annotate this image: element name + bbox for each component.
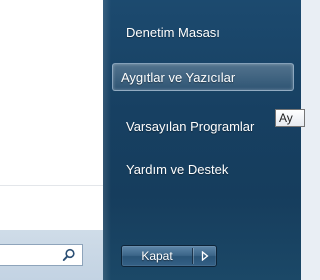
search-input[interactable] (0, 244, 83, 266)
shutdown-separator (192, 248, 193, 264)
search-icon[interactable] (62, 248, 76, 262)
shutdown-label[interactable]: Kapat (122, 246, 192, 266)
menu-item-help-support[interactable]: Yardım ve Destek (118, 156, 294, 184)
arrow-right-icon[interactable] (194, 246, 216, 266)
tooltip: Ay (275, 109, 305, 127)
menu-item-default-programs[interactable]: Varsayılan Programlar (118, 113, 294, 141)
menu-item-control-panel[interactable]: Denetim Masası (118, 19, 294, 47)
shutdown-button[interactable]: Kapat (121, 245, 217, 267)
programs-pane (0, 0, 103, 280)
menu-item-devices-printers[interactable]: Aygıtlar ve Yazıcılar (112, 63, 294, 91)
divider (0, 185, 103, 186)
